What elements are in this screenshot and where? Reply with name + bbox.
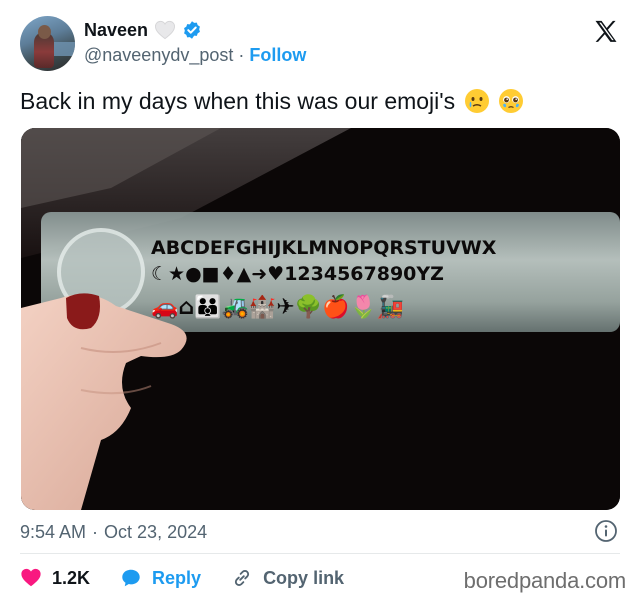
user-handle[interactable]: @naveenydv_post: [84, 45, 233, 66]
tweet-time[interactable]: 9:54 AM: [20, 522, 86, 543]
avatar[interactable]: [20, 16, 75, 71]
tweet-body: Back in my days when this was our emoji'…: [20, 88, 456, 114]
crying-face-emoji: [464, 88, 490, 114]
reply-label: Reply: [152, 567, 202, 588]
stencil-ruler-photo: ABCDEFGHIJKLMNOPQRSTUVWX ☾★●■♦▲➜♥1234567…: [21, 128, 620, 510]
watermark: boredpanda.com: [463, 568, 627, 593]
tweet-header: Naveen @naveenydv_post · Follow: [20, 14, 620, 74]
tweet-date[interactable]: Oct 23, 2024: [104, 522, 207, 543]
stencil-row-3: 🚗⌂👪🚜🏰✈🌳🍎🌷🚂: [151, 293, 404, 320]
tweet-text: Back in my days when this was our emoji'…: [20, 85, 524, 117]
heart-icon: [21, 568, 41, 587]
copy-link-label: Copy link: [263, 567, 345, 588]
separator-dot: ·: [92, 521, 99, 542]
reply-button[interactable]: Reply: [120, 567, 201, 589]
copy-link-button[interactable]: Copy link: [231, 567, 344, 589]
separator-dot: ·: [238, 44, 245, 65]
verified-icon: [182, 20, 202, 40]
display-name[interactable]: Naveen: [84, 20, 148, 41]
stencil-row-2: ☾★●■♦▲➜♥1234567890YZ: [151, 263, 444, 285]
info-icon[interactable]: [594, 519, 618, 543]
divider: [20, 553, 620, 554]
handle-row: @naveenydv_post · Follow: [84, 43, 306, 67]
like-count: 1.2K: [52, 567, 91, 588]
name-row: Naveen: [84, 17, 202, 43]
like-button[interactable]: 1.2K: [20, 567, 90, 589]
tweet-photo[interactable]: ABCDEFGHIJKLMNOPQRSTUVWX ☾★●■♦▲➜♥1234567…: [21, 128, 620, 510]
follow-button[interactable]: Follow: [249, 45, 306, 66]
action-bar: 1.2K Reply Copy link: [20, 563, 374, 593]
tweet-meta: 9:54 AM · Oct 23, 2024: [20, 518, 620, 546]
reply-bubble-icon: [122, 569, 140, 587]
x-logo-icon[interactable]: [592, 18, 620, 46]
stencil-row-1: ABCDEFGHIJKLMNOPQRSTUVWX: [151, 237, 497, 259]
link-icon: [234, 570, 250, 586]
heart-outline-icon: [154, 20, 176, 40]
pleading-face-emoji: [498, 88, 524, 114]
